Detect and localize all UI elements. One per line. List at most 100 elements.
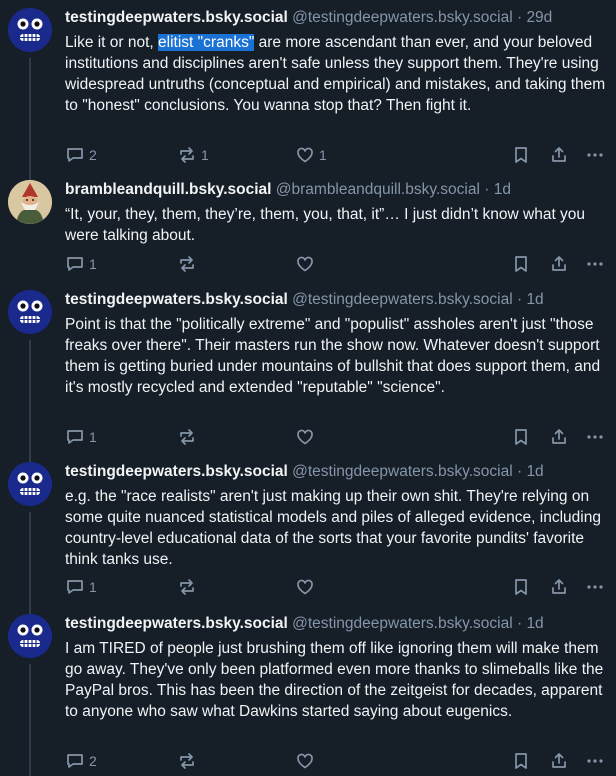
author-name[interactable]: testingdeepwaters.bsky.social (65, 615, 288, 632)
post-text: I am TIRED of people just brushing them … (65, 640, 604, 720)
more-icon (587, 585, 603, 589)
selected-text: elitist "cranks" (158, 34, 255, 51)
avatar[interactable] (8, 180, 52, 224)
share-icon (552, 256, 566, 271)
author-handle[interactable]: @testingdeepwaters.bsky.social (292, 9, 513, 26)
post-header: brambleandquill.bsky.social @brambleandq… (65, 180, 604, 200)
repost-button[interactable] (177, 426, 201, 448)
post-time[interactable]: 1d (526, 291, 543, 308)
author-handle[interactable]: @testingdeepwaters.bsky.social (292, 615, 513, 632)
repost-icon (180, 579, 194, 595)
bookmark-button[interactable] (511, 253, 531, 275)
post-time[interactable]: 1d (526, 463, 543, 480)
more-options-button[interactable] (585, 576, 605, 598)
heart-icon (297, 256, 313, 272)
post-text-part: Like it or not, (65, 34, 159, 51)
blue-robot-face-icon (8, 462, 52, 506)
post-time[interactable]: 29d (526, 9, 552, 26)
reply-button[interactable]: 2 (65, 144, 97, 166)
more-icon (587, 435, 603, 439)
share-icon (552, 753, 566, 768)
repost-count: 1 (201, 147, 209, 163)
reply-button[interactable]: 1 (65, 253, 97, 275)
reply-count: 2 (89, 753, 97, 769)
post-actions: 1 (65, 426, 616, 448)
avatar[interactable] (8, 8, 52, 52)
post-actions: 1 (65, 253, 616, 275)
blue-robot-face-icon (8, 290, 52, 334)
thread-line (29, 664, 31, 776)
bookmark-icon (515, 256, 527, 272)
thread-feed: testingdeepwaters.bsky.social @testingde… (0, 0, 616, 776)
post-header: testingdeepwaters.bsky.social @testingde… (65, 290, 604, 310)
share-button[interactable] (549, 576, 569, 598)
post-time[interactable]: 1d (526, 615, 543, 632)
avatar[interactable] (8, 290, 52, 334)
blue-robot-face-icon (8, 614, 52, 658)
repost-icon (180, 256, 194, 272)
gnome-illustration-icon (8, 180, 52, 224)
author-name[interactable]: testingdeepwaters.bsky.social (65, 463, 288, 480)
repost-button[interactable] (177, 253, 201, 275)
bookmark-button[interactable] (511, 576, 531, 598)
author-name[interactable]: testingdeepwaters.bsky.social (65, 291, 288, 308)
post-text: Like it or not, elitist "cranks" are mor… (65, 32, 606, 116)
author-handle[interactable]: @testingdeepwaters.bsky.social (292, 291, 513, 308)
like-button[interactable] (295, 253, 319, 275)
post-text: Point is that the "politically extreme" … (65, 316, 601, 396)
bookmark-icon (515, 753, 527, 769)
blue-robot-face-icon (8, 8, 52, 52)
bookmark-button[interactable] (511, 750, 531, 772)
post-time[interactable]: 1d (494, 181, 511, 198)
post-actions: 2 1 1 (65, 144, 616, 166)
reply-button[interactable]: 2 (65, 750, 97, 772)
author-handle[interactable]: @brambleandquill.bsky.social (276, 181, 480, 198)
more-options-button[interactable] (585, 144, 605, 166)
separator-dot: · (516, 291, 523, 308)
share-button[interactable] (549, 144, 569, 166)
post-header: testingdeepwaters.bsky.social @testingde… (65, 462, 604, 482)
thread-line (29, 340, 31, 462)
post-text: “It, your, they, them, they’re, them, yo… (65, 206, 586, 244)
repost-button[interactable]: 1 (177, 144, 209, 166)
author-handle[interactable]: @testingdeepwaters.bsky.social (292, 463, 513, 480)
more-options-button[interactable] (585, 750, 605, 772)
share-icon (552, 147, 566, 162)
share-button[interactable] (549, 426, 569, 448)
more-icon (587, 262, 603, 266)
post-header: testingdeepwaters.bsky.social @testingde… (65, 614, 604, 634)
repost-icon (180, 147, 194, 163)
like-button[interactable]: 1 (295, 144, 327, 166)
author-name[interactable]: brambleandquill.bsky.social (65, 181, 271, 198)
repost-icon (180, 753, 194, 769)
bookmark-icon (515, 579, 527, 595)
more-options-button[interactable] (585, 426, 605, 448)
reply-button[interactable]: 1 (65, 576, 97, 598)
more-options-button[interactable] (585, 253, 605, 275)
thread-line (29, 512, 31, 614)
bookmark-button[interactable] (511, 144, 531, 166)
repost-button[interactable] (177, 576, 201, 598)
reply-count: 1 (89, 579, 97, 595)
like-button[interactable] (295, 576, 319, 598)
share-button[interactable] (549, 750, 569, 772)
heart-icon (297, 579, 313, 595)
reply-icon (67, 148, 83, 162)
like-button[interactable] (295, 426, 319, 448)
repost-button[interactable] (177, 750, 201, 772)
avatar[interactable] (8, 614, 52, 658)
post-actions: 2 (65, 750, 616, 772)
repost-icon (180, 429, 194, 445)
separator-dot: · (516, 463, 523, 480)
reply-button[interactable]: 1 (65, 426, 97, 448)
bookmark-button[interactable] (511, 426, 531, 448)
post-text: e.g. the "race realists" aren't just mak… (65, 488, 601, 568)
share-icon (552, 579, 566, 594)
like-button[interactable] (295, 750, 319, 772)
more-icon (587, 759, 603, 763)
separator-dot: · (516, 9, 523, 26)
separator-dot: · (484, 181, 490, 198)
author-name[interactable]: testingdeepwaters.bsky.social (65, 9, 288, 26)
avatar[interactable] (8, 462, 52, 506)
share-button[interactable] (549, 253, 569, 275)
